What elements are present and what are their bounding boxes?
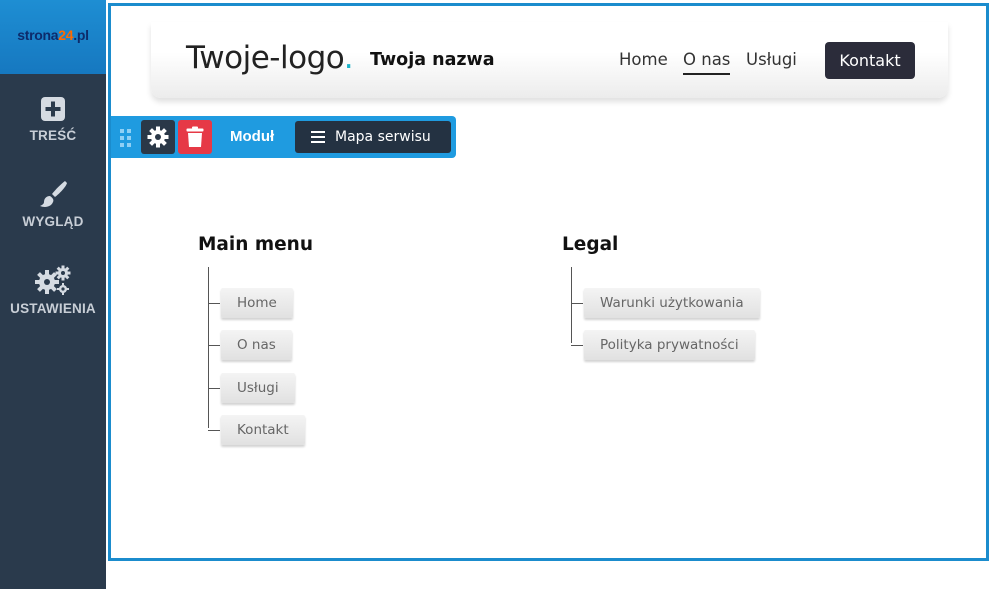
- module-label: Moduł: [230, 128, 275, 145]
- paintbrush-icon: [40, 181, 67, 207]
- module-type-label: Mapa serwisu: [335, 129, 431, 145]
- sitemap-link-o-nas[interactable]: O nas: [221, 330, 292, 360]
- gears-icon: [35, 265, 71, 295]
- drag-handle-icon[interactable]: [119, 128, 133, 148]
- site-header[interactable]: Twoje-logo. Twoja nazwa Home O nas Usług…: [151, 22, 948, 98]
- sitemap-column-title: Main menu: [198, 234, 314, 255]
- tree-branch: [208, 303, 220, 304]
- site-name: Twoja nazwa: [370, 50, 495, 70]
- sitemap-link-privacy[interactable]: Polityka prywatności: [584, 330, 755, 360]
- module-delete-button[interactable]: [178, 120, 212, 154]
- nav-link-home[interactable]: Home: [619, 50, 668, 73]
- sidebar-item-ustawienia[interactable]: USTAWIENIA: [0, 265, 106, 316]
- tree-branch: [208, 388, 220, 389]
- sidebar-item-label: USTAWIENIA: [10, 301, 96, 316]
- hamburger-icon: [311, 131, 325, 143]
- contact-button[interactable]: Kontakt: [825, 42, 915, 79]
- tree-branch: [571, 345, 583, 346]
- nav-link-o-nas[interactable]: O nas: [683, 50, 731, 75]
- gear-icon: [147, 126, 169, 148]
- sitemap-link-terms[interactable]: Warunki użytkowania: [584, 288, 760, 318]
- sitemap-tree-main-menu: Home O nas Usługi Kontakt: [208, 267, 458, 447]
- brand-text: strona24.pl: [17, 27, 89, 43]
- plus-square-icon: [41, 97, 65, 121]
- module-toolbar: Moduł Mapa serwisu: [111, 116, 456, 158]
- tree-line: [571, 267, 572, 343]
- sitemap-link-home[interactable]: Home: [221, 288, 293, 318]
- brand-logo[interactable]: strona24.pl: [0, 0, 106, 74]
- sidebar-item-label: TREŚĆ: [29, 128, 77, 143]
- sidebar-item-tresc[interactable]: TREŚĆ: [0, 96, 106, 143]
- tree-branch: [208, 345, 220, 346]
- trash-icon: [186, 126, 204, 147]
- sitemap-link-kontakt[interactable]: Kontakt: [221, 415, 305, 445]
- module-settings-button[interactable]: [141, 120, 175, 154]
- editor-sidebar: strona24.pl TREŚĆ WYGLĄD USTAWIENIA: [0, 0, 106, 589]
- tree-branch: [208, 430, 220, 431]
- sitemap-link-uslugi[interactable]: Usługi: [221, 373, 295, 403]
- nav-link-uslugi[interactable]: Usługi: [746, 50, 797, 73]
- tree-line: [208, 267, 209, 428]
- tree-branch: [571, 303, 583, 304]
- sitemap-column-title: Legal: [562, 234, 619, 255]
- page-preview-frame: Twoje-logo. Twoja nazwa Home O nas Usług…: [108, 3, 989, 561]
- sitemap-tree-legal: Warunki użytkowania Polityka prywatności: [571, 267, 871, 367]
- module-type-selector[interactable]: Mapa serwisu: [295, 121, 451, 153]
- sidebar-item-wyglad[interactable]: WYGLĄD: [0, 180, 106, 229]
- site-logo[interactable]: Twoje-logo.: [186, 40, 354, 76]
- sidebar-item-label: WYGLĄD: [22, 214, 84, 229]
